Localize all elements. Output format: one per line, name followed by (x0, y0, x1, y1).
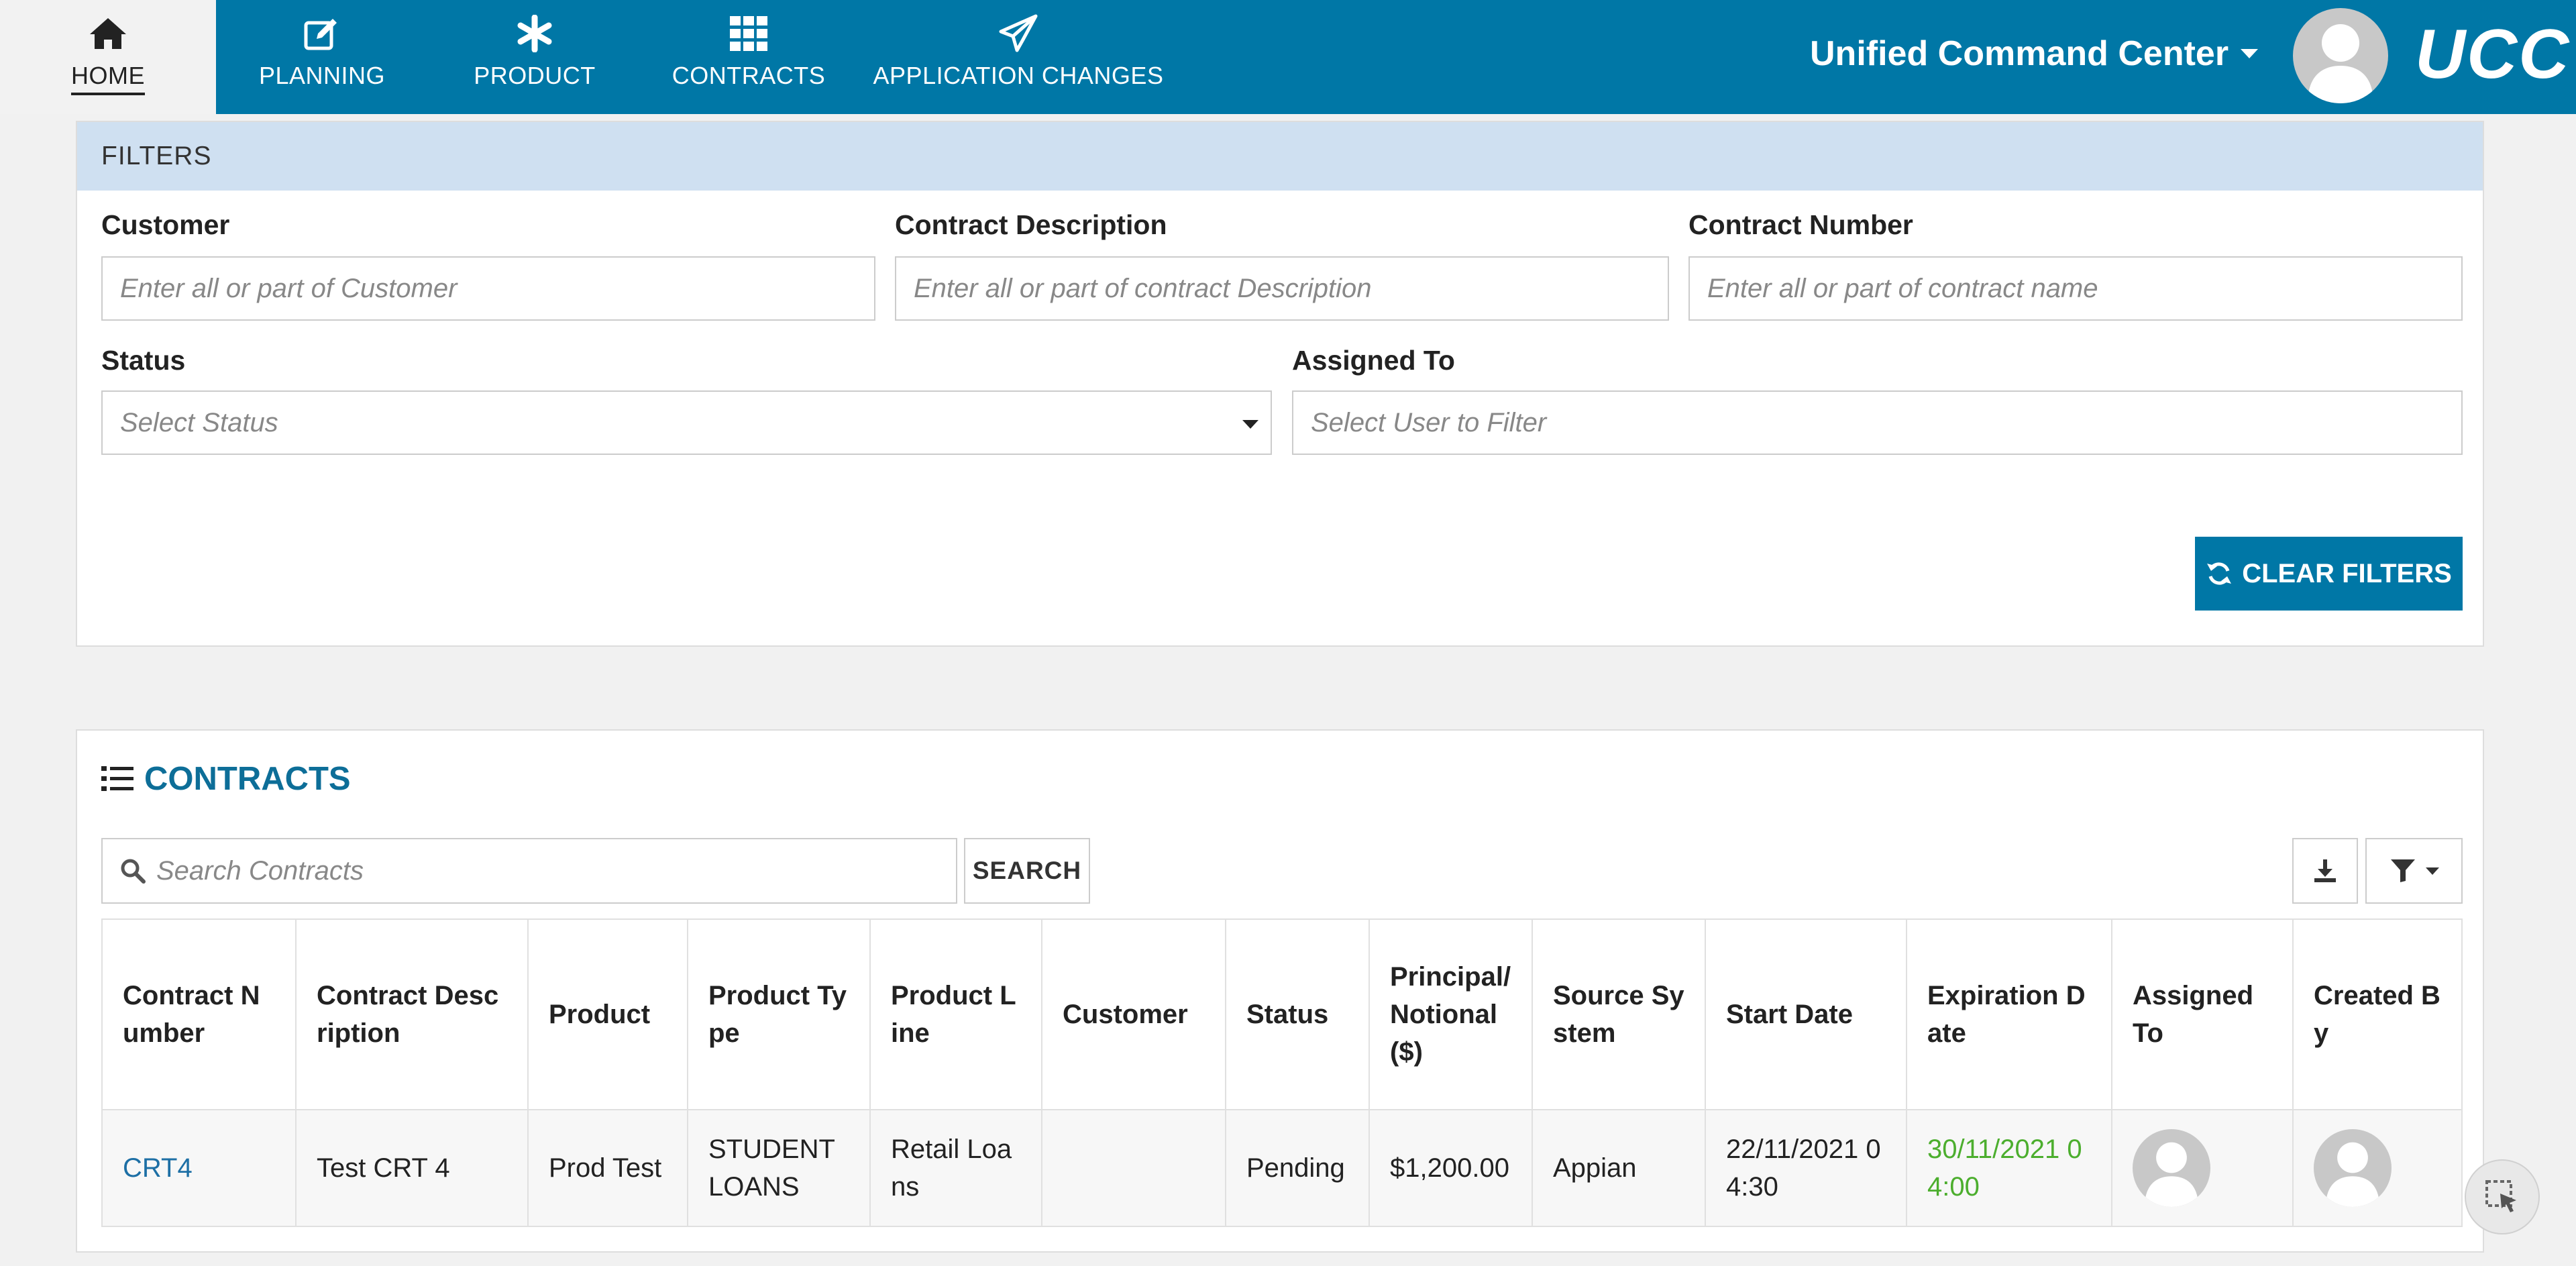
status-cell: Pending (1225, 1109, 1370, 1227)
assigned-to-label: Assigned To (1292, 345, 1455, 376)
assigned-to-placeholder: Select User to Filter (1311, 407, 1547, 437)
column-header[interactable]: Contract Number (101, 918, 297, 1110)
column-header[interactable]: Customer (1041, 918, 1226, 1110)
search-contracts-placeholder: Search Contracts (156, 855, 364, 886)
paper-plane-icon (998, 13, 1038, 54)
search-button[interactable]: SEARCH (964, 838, 1090, 904)
product-type-cell: STUDENT LOANS (687, 1109, 871, 1227)
contracts-heading: CONTRACTS (101, 760, 351, 798)
principal-cell: $1,200.00 (1368, 1109, 1533, 1227)
tab-home-label: HOME (71, 62, 145, 95)
app-logo: UCC (2415, 15, 2571, 93)
column-header[interactable]: Product Line (869, 918, 1042, 1110)
tab-contracts-label: CONTRACTS (672, 62, 826, 89)
contract-description-label: Contract Description (895, 209, 1167, 240)
tab-product[interactable]: PRODUCT (428, 0, 641, 114)
grid-icon (730, 13, 767, 54)
list-icon (101, 766, 133, 791)
chevron-down-icon (2425, 867, 2439, 875)
column-header[interactable]: Principal/ Notional ($) (1368, 918, 1533, 1110)
tab-application-changes[interactable]: APPLICATION CHANGES (856, 0, 1181, 114)
status-placeholder: Select Status (120, 407, 278, 437)
expiration-date-cell: 30/11/2021 04:00 (1906, 1109, 2112, 1227)
column-header[interactable]: Source System (1532, 918, 1706, 1110)
created-by-cell (2292, 1109, 2463, 1227)
chevron-down-icon (1242, 420, 1258, 429)
app-title-menu[interactable]: Unified Command Center (1810, 34, 2259, 74)
column-filter-dropdown[interactable] (2365, 838, 2463, 904)
contract-number-input[interactable]: Enter all or part of contract name (1688, 256, 2463, 321)
contract-description-placeholder: Enter all or part of contract Descriptio… (914, 273, 1372, 303)
edit-icon (303, 13, 341, 54)
contracts-title: CONTRACTS (144, 761, 351, 797)
home-icon (89, 13, 127, 54)
filters-panel: FILTERS Customer Enter all or part of Cu… (76, 121, 2484, 647)
status-label: Status (101, 345, 186, 376)
contract-number-label: Contract Number (1688, 209, 1913, 240)
column-header[interactable]: Product (527, 918, 688, 1110)
app-title: Unified Command Center (1810, 34, 2229, 73)
clear-filters-label: CLEAR FILTERS (2242, 558, 2452, 588)
table-header-row: Contract Number Contract Description Pro… (101, 918, 2463, 1110)
column-header[interactable]: Start Date (1705, 918, 1907, 1110)
tab-planning[interactable]: PLANNING (216, 0, 428, 114)
column-header[interactable]: Created By (2292, 918, 2463, 1110)
contract-description-cell: Test CRT 4 (295, 1109, 529, 1227)
column-header[interactable]: Status (1225, 918, 1370, 1110)
refresh-icon (2207, 562, 2232, 585)
contract-number-placeholder: Enter all or part of contract name (1707, 273, 2098, 303)
assigned-to-avatar[interactable] (2133, 1129, 2210, 1207)
search-contracts-input[interactable]: Search Contracts (101, 838, 957, 904)
contract-number-cell: CRT4 (101, 1109, 297, 1227)
customer-input[interactable]: Enter all or part of Customer (101, 256, 875, 321)
contract-description-input[interactable]: Enter all or part of contract Descriptio… (895, 256, 1669, 321)
column-header[interactable]: Contract Description (295, 918, 529, 1110)
chevron-down-icon (2241, 49, 2259, 58)
column-header[interactable]: Assigned To (2111, 918, 2294, 1110)
customer-cell (1041, 1109, 1226, 1227)
download-icon (2314, 859, 2336, 882)
search-icon (121, 859, 146, 884)
filter-icon (2390, 859, 2415, 882)
customer-label: Customer (101, 209, 230, 240)
filters-header: FILTERS (77, 122, 2483, 191)
contracts-table: Contract Number Contract Description Pro… (101, 918, 2463, 1227)
tab-application-changes-label: APPLICATION CHANGES (873, 62, 1164, 89)
column-header[interactable]: Expiration Date (1906, 918, 2112, 1110)
contract-number-link[interactable]: CRT4 (123, 1153, 193, 1183)
contracts-panel: CONTRACTS Search Contracts SEARCH Contra… (76, 729, 2484, 1253)
top-navigation-bar: HOME PLANNING PRODUCT CONTRACTS APPLICAT… (0, 0, 2576, 114)
status-select[interactable]: Select Status (101, 390, 1272, 455)
inspect-selection-button[interactable] (2465, 1159, 2540, 1234)
tab-planning-label: PLANNING (258, 62, 386, 89)
column-header[interactable]: Product Type (687, 918, 871, 1110)
tab-contracts[interactable]: CONTRACTS (641, 0, 856, 114)
clear-filters-button[interactable]: CLEAR FILTERS (2195, 537, 2463, 611)
tab-home[interactable]: HOME (0, 0, 216, 114)
product-line-cell: Retail Loans (869, 1109, 1042, 1227)
assigned-to-cell (2111, 1109, 2294, 1227)
customer-placeholder: Enter all or part of Customer (120, 273, 458, 303)
source-system-cell: Appian (1532, 1109, 1706, 1227)
table-row: CRT4 Test CRT 4 Prod Test STUDENT LOANS … (101, 1109, 2463, 1227)
export-button[interactable] (2292, 838, 2358, 904)
asterisk-icon (516, 13, 553, 54)
created-by-avatar[interactable] (2314, 1129, 2392, 1207)
cursor-select-icon (2485, 1180, 2516, 1212)
assigned-to-input[interactable]: Select User to Filter (1292, 390, 2463, 455)
product-cell: Prod Test (527, 1109, 688, 1227)
user-avatar[interactable] (2293, 8, 2388, 103)
tab-product-label: PRODUCT (474, 62, 596, 89)
start-date-cell: 22/11/2021 04:30 (1705, 1109, 1907, 1227)
